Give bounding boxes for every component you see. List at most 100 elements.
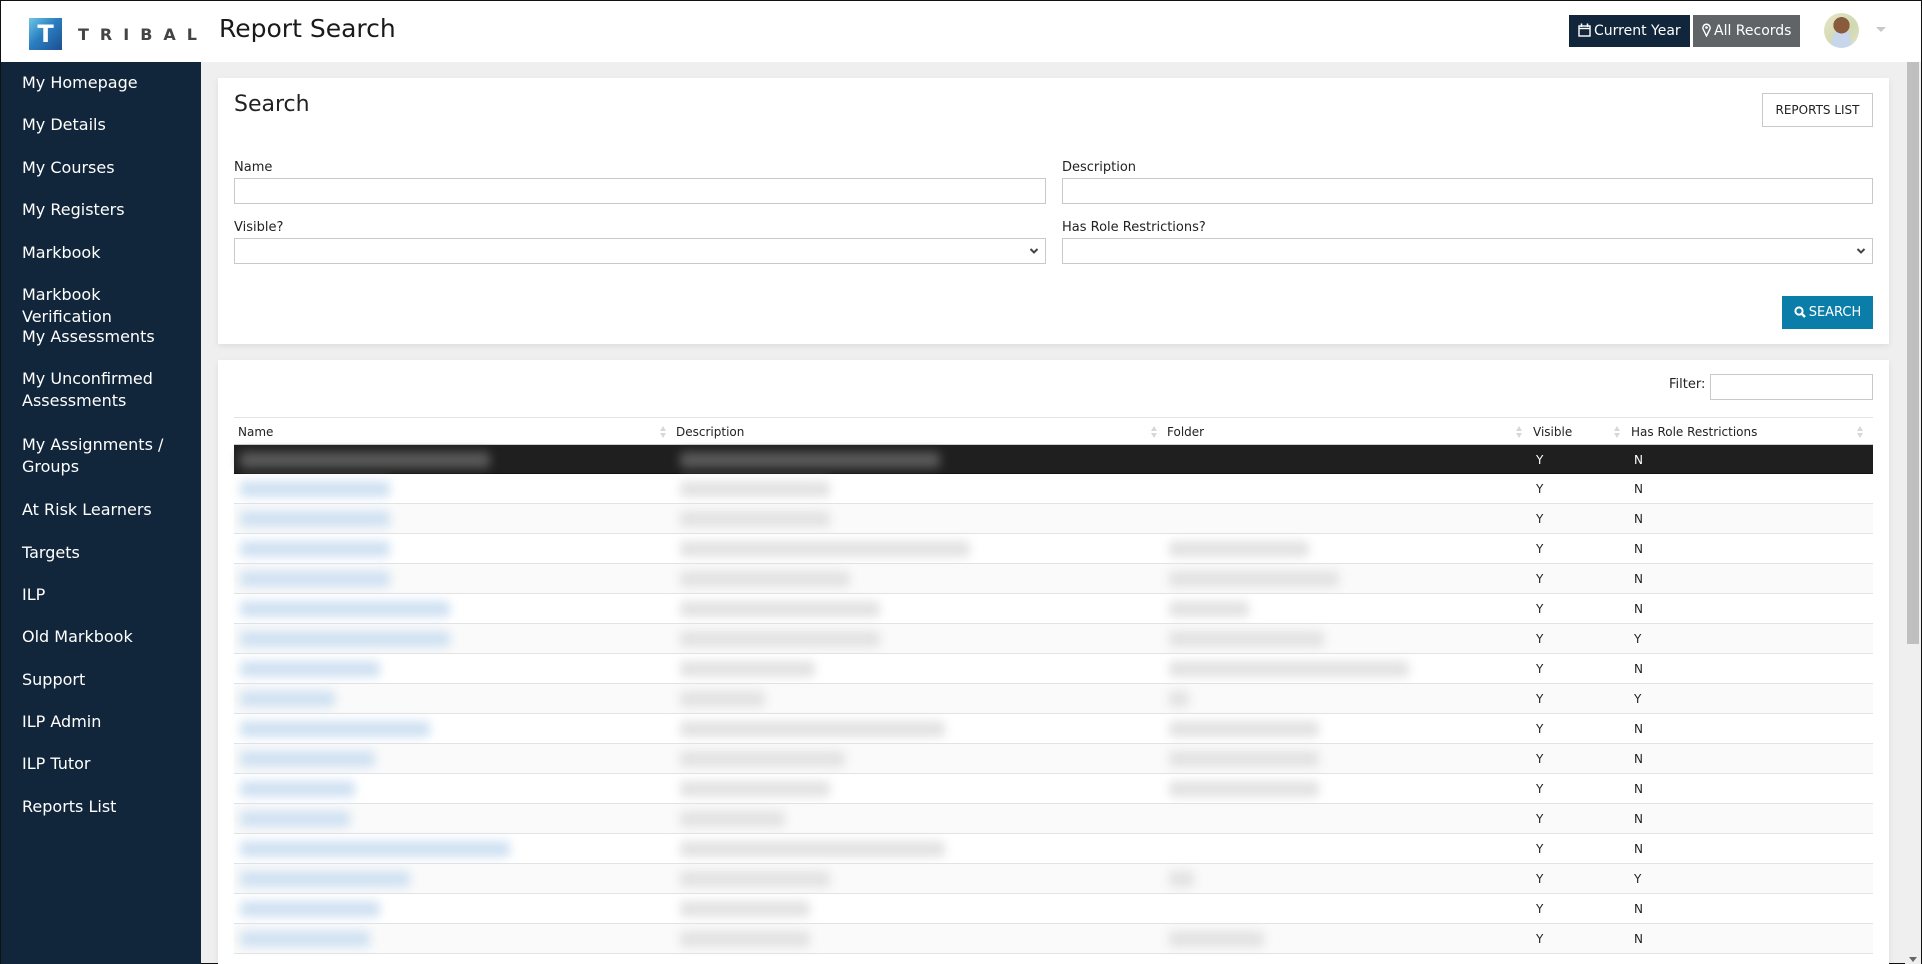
sidebar-item-support[interactable]: Support	[22, 669, 192, 691]
table-row-selected[interactable]: YN	[234, 445, 1873, 474]
visible-select[interactable]	[234, 238, 1046, 264]
sidebar-item-my-courses[interactable]: My Courses	[22, 157, 192, 179]
report-description-redacted	[680, 811, 785, 827]
sort-icon[interactable]	[1614, 426, 1621, 438]
scrollbar-thumb[interactable]	[1907, 62, 1919, 644]
search-button[interactable]: SEARCH	[1782, 296, 1873, 329]
report-description-redacted	[680, 931, 810, 947]
sort-icon[interactable]	[1151, 426, 1158, 438]
visible-cell: Y	[1536, 752, 1544, 766]
report-name-link-redacted[interactable]	[240, 811, 350, 827]
column-header-role-restrictions[interactable]: Has Role Restrictions	[1631, 425, 1757, 439]
report-name-link-redacted[interactable]	[240, 571, 390, 587]
sidebar-item-old-markbook[interactable]: Old Markbook	[22, 626, 192, 648]
description-label: Description	[1062, 160, 1137, 175]
report-description-redacted	[680, 751, 845, 767]
tribal-logo[interactable]: T TRIBAL	[29, 18, 208, 50]
sort-icon[interactable]	[1857, 426, 1864, 438]
column-header-name[interactable]: Name	[238, 425, 273, 439]
report-name-link-redacted[interactable]	[240, 751, 375, 767]
filter-input[interactable]	[1710, 374, 1873, 400]
role-restrictions-cell: N	[1634, 782, 1643, 796]
sidebar-item-my-unconfirmed-assessments[interactable]: My Unconfirmed Assessments	[22, 368, 192, 412]
report-name-link-redacted[interactable]	[240, 601, 450, 617]
table-row[interactable]: YN	[234, 714, 1873, 744]
page-scrollbar[interactable]	[1905, 62, 1921, 964]
table-row[interactable]: YY	[234, 864, 1873, 894]
logo-text: TRIBAL	[78, 24, 208, 44]
sidebar-item-my-homepage[interactable]: My Homepage	[22, 72, 192, 94]
column-header-visible[interactable]: Visible	[1533, 425, 1572, 439]
role-restrictions-cell: N	[1634, 602, 1643, 616]
report-name-link-redacted[interactable]	[240, 481, 390, 497]
role-restrictions-cell: N	[1634, 542, 1643, 556]
report-name-link-redacted[interactable]	[240, 452, 490, 468]
current-year-button[interactable]: Current Year	[1569, 15, 1690, 47]
user-menu-caret-icon[interactable]	[1876, 27, 1886, 32]
table-row[interactable]: YN	[234, 594, 1873, 624]
table-row[interactable]: YN	[234, 834, 1873, 864]
search-icon	[1794, 306, 1806, 318]
table-row[interactable]: YN	[234, 894, 1873, 924]
role-restrictions-select[interactable]	[1062, 238, 1873, 264]
column-header-folder[interactable]: Folder	[1167, 425, 1204, 439]
description-input[interactable]	[1062, 178, 1873, 204]
map-marker-icon	[1702, 23, 1711, 38]
all-records-button[interactable]: All Records	[1693, 15, 1801, 47]
report-name-link-redacted[interactable]	[240, 901, 380, 917]
table-row[interactable]: YN	[234, 534, 1873, 564]
scroll-down-arrow-icon[interactable]	[1909, 957, 1917, 962]
table-row[interactable]: YN	[234, 924, 1873, 954]
search-title: Search	[234, 92, 310, 117]
report-name-link-redacted[interactable]	[240, 691, 335, 707]
filter-label: Filter:	[1669, 377, 1706, 392]
sidebar-item-reports-list[interactable]: Reports List	[22, 796, 192, 818]
table-row[interactable]: YN	[234, 504, 1873, 534]
report-name-link-redacted[interactable]	[240, 841, 510, 857]
visible-cell: Y	[1536, 632, 1544, 646]
table-row[interactable]: YY	[234, 684, 1873, 714]
calendar-icon	[1578, 23, 1591, 37]
sidebar-item-ilp-tutor[interactable]: ILP Tutor	[22, 753, 192, 775]
sidebar-item-ilp[interactable]: ILP	[22, 584, 192, 606]
table-row[interactable]: YN	[234, 654, 1873, 684]
table-row[interactable]: YN	[234, 744, 1873, 774]
role-restrictions-cell: N	[1634, 572, 1643, 586]
table-row[interactable]: YN	[234, 804, 1873, 834]
sort-icon[interactable]	[660, 426, 667, 438]
name-input[interactable]	[234, 178, 1046, 204]
report-description-redacted	[680, 781, 830, 797]
table-row[interactable]: YN	[234, 774, 1873, 804]
sidebar-item-my-assessments[interactable]: My Assessments	[22, 326, 192, 348]
name-label: Name	[234, 160, 273, 175]
sidebar-item-ilp-admin[interactable]: ILP Admin	[22, 711, 192, 733]
search-button-label: SEARCH	[1808, 305, 1862, 320]
table-row[interactable]: YN	[234, 474, 1873, 504]
report-name-link-redacted[interactable]	[240, 631, 450, 647]
report-description-redacted	[680, 452, 940, 468]
sidebar-item-targets[interactable]: Targets	[22, 542, 192, 564]
reports-list-button[interactable]: REPORTS LIST	[1762, 93, 1873, 127]
report-name-link-redacted[interactable]	[240, 781, 355, 797]
sidebar-item-my-details[interactable]: My Details	[22, 114, 192, 136]
report-name-link-redacted[interactable]	[240, 661, 380, 677]
report-name-link-redacted[interactable]	[240, 511, 390, 527]
sidebar-item-my-registers[interactable]: My Registers	[22, 199, 192, 221]
sidebar-item-my-assignments-groups[interactable]: My Assignments / Groups	[22, 434, 192, 478]
report-folder-redacted	[1169, 751, 1319, 767]
sort-icon[interactable]	[1516, 426, 1523, 438]
report-name-link-redacted[interactable]	[240, 541, 390, 557]
sidebar-item-markbook[interactable]: Markbook	[22, 242, 192, 264]
sidebar-item-at-risk-learners[interactable]: At Risk Learners	[22, 499, 192, 521]
visible-cell: Y	[1536, 482, 1544, 496]
report-name-link-redacted[interactable]	[240, 931, 370, 947]
report-folder-redacted	[1169, 631, 1324, 647]
table-row[interactable]: YN	[234, 564, 1873, 594]
table-row[interactable]: YY	[234, 624, 1873, 654]
visible-cell: Y	[1536, 722, 1544, 736]
user-avatar[interactable]	[1824, 13, 1859, 48]
column-header-description[interactable]: Description	[676, 425, 744, 439]
sidebar-item-markbook-verification[interactable]: Markbook Verification	[22, 284, 192, 328]
report-name-link-redacted[interactable]	[240, 721, 430, 737]
report-name-link-redacted[interactable]	[240, 871, 410, 887]
